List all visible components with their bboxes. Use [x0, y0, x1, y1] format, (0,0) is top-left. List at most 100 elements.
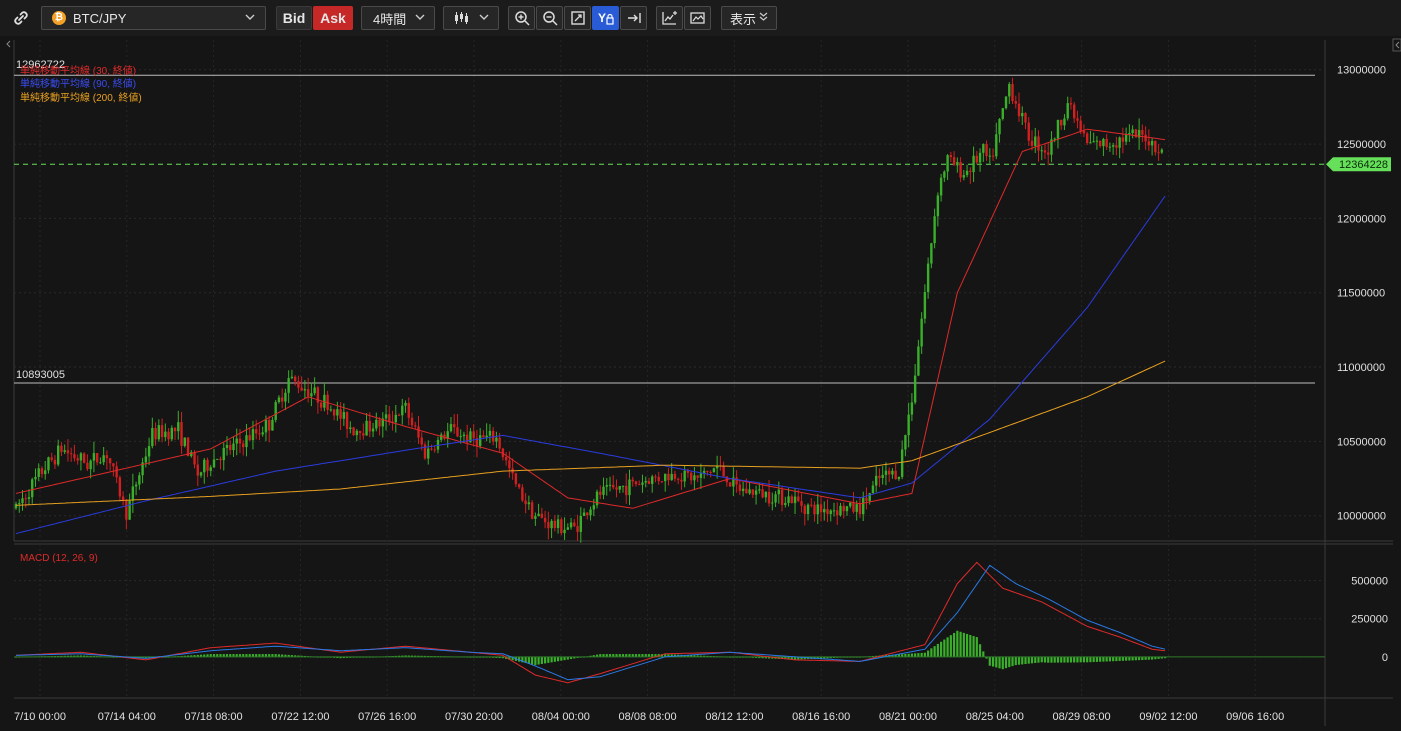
candle-body — [34, 476, 37, 480]
candle-body — [767, 491, 771, 504]
candle-body — [1066, 103, 1069, 119]
candle-body — [349, 427, 352, 429]
candle-body — [183, 437, 186, 446]
macd-histogram-bar — [949, 635, 952, 657]
candle-body — [683, 470, 686, 482]
macd-histogram-bar — [1073, 656, 1076, 663]
candle-body — [751, 489, 755, 495]
candle-body — [644, 481, 647, 483]
legend-sma90[interactable]: 単純移動平均線 (90, 終値) — [20, 77, 136, 90]
macd-histogram-bar — [1037, 656, 1040, 663]
candle-body — [144, 456, 148, 463]
candle-body — [845, 506, 849, 512]
chart-area[interactable]: 13000000 12500000 12000000 11500000 11000000… — [0, 36, 1401, 726]
candle-body — [261, 432, 264, 435]
candle-body — [608, 484, 612, 486]
candle-body — [76, 458, 79, 461]
chevron-down-icon — [479, 11, 489, 23]
price-axis-tick: 10000000 — [1337, 511, 1386, 523]
scroll-to-end-icon[interactable] — [620, 6, 647, 30]
zoom-in-icon[interactable] — [508, 6, 535, 30]
candle-body — [1102, 138, 1105, 147]
time-axis-tick: 08/21 00:00 — [879, 711, 937, 723]
candle-body — [365, 420, 368, 436]
fit-icon[interactable] — [564, 6, 591, 30]
macd-histogram-bar — [1108, 656, 1112, 662]
candle-body — [1014, 101, 1017, 104]
candle-body — [621, 485, 625, 487]
candle-body — [1115, 145, 1118, 148]
legend-sma30[interactable]: 単純移動平均線 (30, 終値) — [20, 64, 136, 77]
legend-sma200[interactable]: 単純移動平均線 (200, 終値) — [20, 91, 142, 104]
candle-body — [651, 476, 654, 484]
macd-histogram-bar — [956, 630, 959, 657]
candle-body — [1082, 130, 1086, 134]
candlestick-icon — [453, 11, 469, 25]
candle-body — [978, 152, 982, 163]
candle-body — [1147, 141, 1151, 146]
macd-histogram-bar — [1066, 656, 1069, 663]
chart-svg[interactable]: 13000000 12500000 12000000 11500000 11000000… — [0, 36, 1401, 726]
candle-body — [842, 505, 845, 512]
price-axis-tick: 11000000 — [1337, 362, 1385, 374]
candle-body — [826, 509, 829, 515]
candle-body — [543, 517, 547, 523]
candle-body — [79, 453, 83, 461]
candle-body — [196, 464, 199, 476]
candle-body — [498, 437, 501, 449]
candle-body — [894, 470, 897, 480]
candle-body — [115, 466, 118, 478]
zoom-out-icon[interactable] — [536, 6, 563, 30]
candle-body — [147, 446, 151, 457]
candle-body — [420, 437, 423, 445]
candle-body — [277, 397, 281, 403]
candle-body — [962, 175, 966, 178]
bid-button[interactable]: Bid — [276, 6, 312, 30]
candle-body — [592, 505, 595, 510]
toolbar: ₿ BTC/JPY Bid Ask 4時間 Y 表示 — [0, 0, 1401, 36]
candle-body — [923, 292, 927, 319]
candle-body — [660, 481, 664, 483]
macd-histogram-bar — [1086, 656, 1089, 663]
ask-button[interactable]: Ask — [313, 6, 353, 30]
candle-body — [774, 494, 777, 503]
add-indicator-icon[interactable] — [656, 6, 683, 30]
candle-body — [157, 425, 161, 440]
candle-body — [839, 505, 842, 516]
chevron-down-icon — [415, 11, 425, 23]
candle-body — [647, 481, 651, 484]
link-icon[interactable] — [8, 6, 34, 30]
candle-body — [900, 449, 904, 477]
macd-histogram-bar — [547, 656, 550, 663]
candle-body — [887, 470, 891, 475]
candle-body — [375, 419, 378, 429]
candle-body — [482, 435, 485, 438]
macd-histogram-bar — [1095, 656, 1099, 662]
time-axis-tick: 07/30 20:00 — [445, 711, 503, 723]
macd-histogram-bar — [1021, 656, 1024, 665]
candle-body — [956, 162, 959, 166]
candle-body — [689, 472, 693, 481]
screenshot-icon[interactable] — [684, 6, 711, 30]
candle-body — [566, 527, 570, 530]
symbol-selector[interactable]: ₿ BTC/JPY — [41, 6, 266, 30]
macd-label[interactable]: MACD (12, 26, 9) — [20, 553, 98, 564]
macd-histogram-bar — [1040, 656, 1043, 663]
timeframe-selector[interactable]: 4時間 — [361, 6, 435, 30]
candle-body — [1037, 136, 1040, 151]
svg-text:Y: Y — [598, 11, 606, 25]
macd-histogram-bar — [927, 650, 930, 657]
macd-histogram-bar — [1099, 656, 1102, 662]
display-menu-button[interactable]: 表示 — [721, 6, 777, 30]
macd-histogram-bar — [998, 656, 1001, 669]
yen-lock-icon[interactable]: Y — [592, 6, 619, 30]
macd-histogram-bar — [943, 639, 946, 657]
candle-body — [897, 476, 901, 480]
candle-body — [193, 452, 196, 465]
candle-body — [998, 118, 1001, 135]
macd-histogram-bar — [936, 643, 939, 657]
candle-body — [819, 504, 823, 513]
candle-body — [212, 459, 216, 468]
chart-type-selector[interactable] — [443, 6, 499, 30]
macd-histogram-bar — [1034, 656, 1037, 664]
